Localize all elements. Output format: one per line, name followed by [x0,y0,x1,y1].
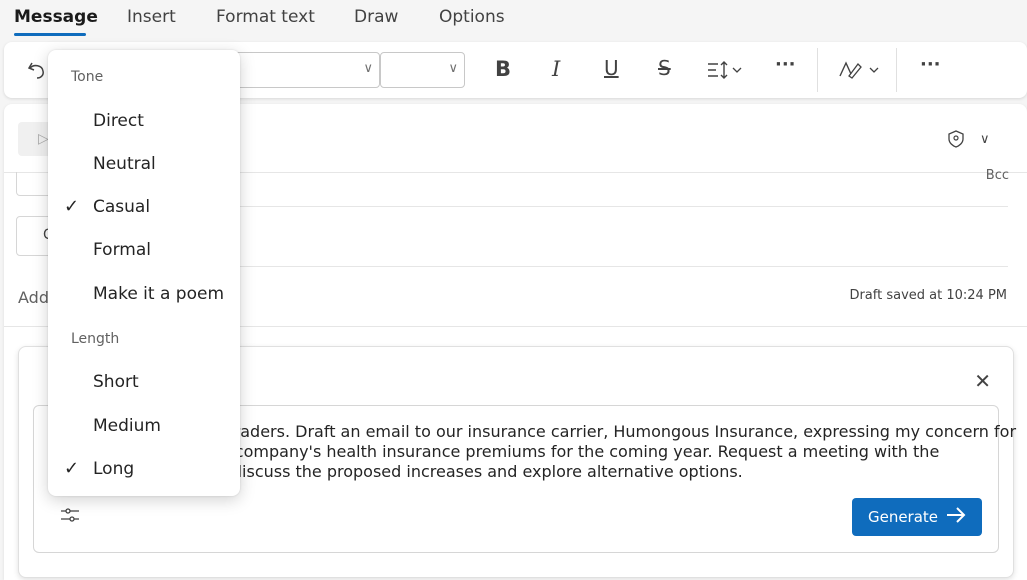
active-tab-indicator [14,33,86,36]
menu-item-make-it-a-poem[interactable]: Make it a poem [93,284,224,304]
sensitivity-icon[interactable] [947,130,965,152]
length-header: Length [71,331,120,347]
menu-item-neutral[interactable]: Neutral [93,154,156,174]
undo-icon[interactable] [26,59,48,84]
close-icon[interactable]: ✕ [974,369,991,393]
chevron-down-icon[interactable]: ∨ [980,132,990,147]
menu-item-casual[interactable]: Casual [93,197,150,217]
font-size-combo[interactable]: ∨ [380,52,465,88]
menu-item-short[interactable]: Short [93,372,139,392]
adjust-options-icon[interactable] [60,506,80,530]
menu-item-direct[interactable]: Direct [93,111,144,131]
check-icon: ✓ [64,196,80,217]
tab-draw[interactable]: Draw [354,7,398,27]
underline-icon[interactable]: U [604,58,619,78]
italic-icon[interactable]: I [552,59,560,80]
more-icon[interactable]: ··· [920,56,941,74]
tone-length-menu: Tone Direct Neutral ✓ Casual Formal Make… [48,50,240,496]
tab-insert[interactable]: Insert [127,7,176,27]
editor-icon[interactable] [838,60,884,83]
toolbar-divider [817,48,818,92]
line-spacing-icon[interactable] [707,60,747,83]
subject-field[interactable]: Add [18,288,49,307]
check-icon: ✓ [64,458,80,479]
bcc-button[interactable]: Bcc [986,168,1009,183]
bold-icon[interactable]: B [495,59,511,80]
generate-button[interactable]: Generate [852,498,982,536]
draft-saved-status: Draft saved at 10:24 PM [849,288,1007,303]
menu-item-long[interactable]: Long [93,459,134,479]
strikethrough-icon[interactable]: S [658,58,671,78]
toolbar-divider [896,48,897,92]
chevron-down-icon: ∨ [363,61,373,76]
arrow-right-icon [946,507,966,527]
menu-item-medium[interactable]: Medium [93,416,161,436]
tone-header: Tone [71,69,104,85]
chevron-down-icon: ∨ [448,61,458,76]
tab-format-text[interactable]: Format text [216,7,315,27]
ribbon-tabs: Message Insert Format text Draw Options [0,0,1027,40]
menu-item-formal[interactable]: Formal [93,240,151,260]
tab-options[interactable]: Options [439,7,505,27]
tab-message[interactable]: Message [14,7,98,27]
more-icon[interactable]: ··· [775,56,796,74]
generate-label: Generate [867,508,939,526]
